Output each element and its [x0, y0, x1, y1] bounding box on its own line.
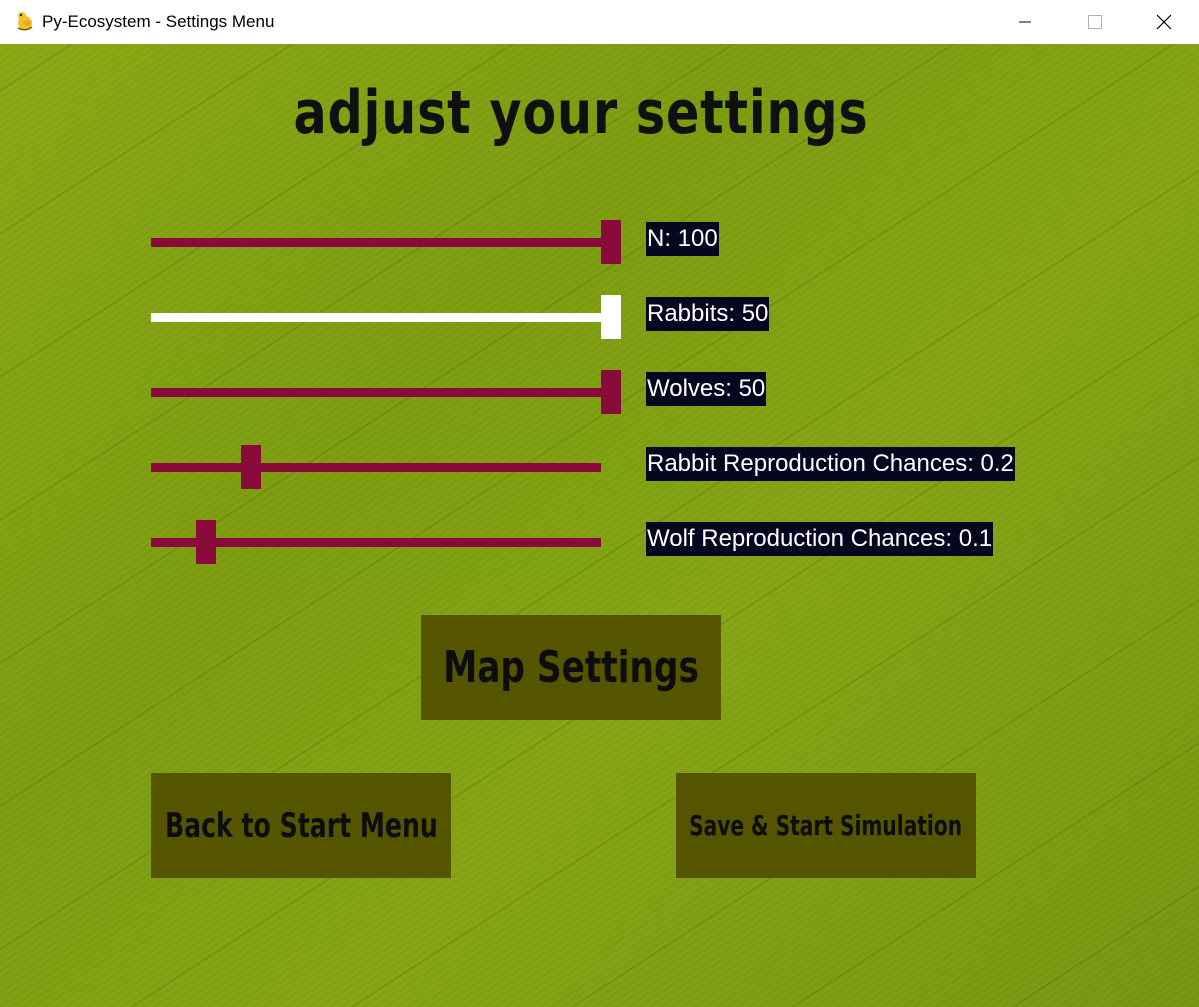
map-settings-label: Map Settings [443, 642, 699, 693]
slider-track[interactable] [151, 463, 601, 472]
slider-label-n: N: 100 [646, 222, 719, 256]
slider-thumb[interactable] [196, 520, 216, 564]
slider-thumb[interactable] [601, 220, 621, 264]
slider-label-wolves: Wolves: 50 [646, 372, 767, 406]
maximize-icon [1088, 15, 1102, 29]
window-title: Py-Ecosystem - Settings Menu [42, 12, 275, 31]
python-snake-icon [17, 12, 33, 31]
window-title-bar: Py-Ecosystem - Settings Menu [0, 0, 1199, 44]
slider-track[interactable] [151, 388, 611, 397]
slider-rabbits[interactable] [151, 292, 631, 342]
map-settings-button[interactable]: Map Settings [421, 615, 721, 720]
minimize-button[interactable] [990, 0, 1060, 44]
slider-track[interactable] [151, 313, 611, 322]
slider-rabbit-reproduction[interactable] [151, 442, 631, 492]
slider-thumb[interactable] [241, 445, 261, 489]
settings-surface: adjust your settings N: 100 Rabbits: 50 … [0, 44, 1199, 1007]
maximize-button[interactable] [1060, 0, 1130, 44]
slider-label-rabbits: Rabbits: 50 [646, 297, 770, 331]
slider-n[interactable] [151, 217, 631, 267]
slider-label-rabbit-reproduction: Rabbit Reproduction Chances: 0.2 [646, 447, 1015, 481]
slider-track[interactable] [151, 538, 601, 547]
slider-thumb[interactable] [601, 295, 621, 339]
save-start-simulation-label: Save & Start Simulation [689, 809, 963, 842]
slider-thumb[interactable] [601, 370, 621, 414]
slider-track[interactable] [151, 238, 611, 247]
page-title: adjust your settings [293, 78, 869, 148]
close-icon [1156, 14, 1172, 30]
back-to-start-menu-label: Back to Start Menu [164, 805, 438, 846]
back-to-start-menu-button[interactable]: Back to Start Menu [151, 773, 451, 878]
close-button[interactable] [1129, 0, 1199, 44]
slider-wolves[interactable] [151, 367, 631, 417]
slider-label-wolf-reproduction: Wolf Reproduction Chances: 0.1 [646, 522, 994, 556]
save-start-simulation-button[interactable]: Save & Start Simulation [676, 773, 976, 878]
minimize-icon [1019, 21, 1031, 23]
slider-wolf-reproduction[interactable] [151, 517, 631, 567]
